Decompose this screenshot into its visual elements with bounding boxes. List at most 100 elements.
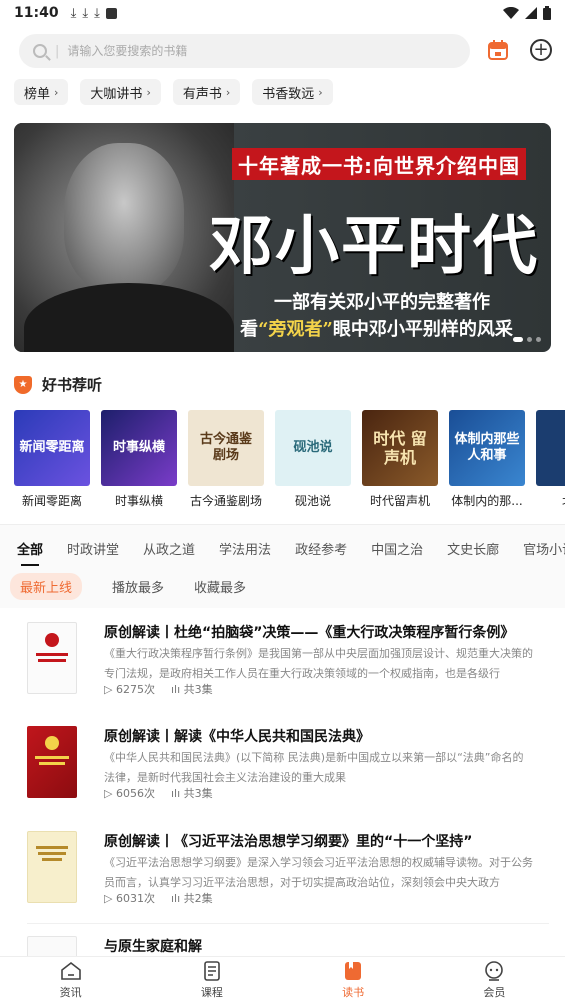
member-icon xyxy=(485,961,504,981)
play-count: ▷ 6031次 xyxy=(104,890,155,906)
download-icon: ⤓ xyxy=(94,5,100,21)
sort-tabs: 最新上线 播放最多 收藏最多 xyxy=(10,573,246,600)
quick-tag-rank[interactable]: 榜单 › xyxy=(14,79,69,105)
play-count-value: 6275次 xyxy=(115,683,155,696)
list-item[interactable]: 原创解读丨杜绝“拍脑袋”决策——《重大行政决策程序暂行条例》 《重大行政决策程序… xyxy=(0,612,565,712)
quick-tag-audiobook[interactable]: 有声书 › xyxy=(172,79,241,105)
nav-label: 会员 xyxy=(483,986,506,999)
sort-most-played[interactable]: 播放最多 xyxy=(112,577,164,596)
portrait-body xyxy=(24,283,234,352)
add-icon[interactable]: + xyxy=(530,39,552,61)
status-system-icons xyxy=(503,6,551,20)
banner-subtitle-2-post: 眼中邓小平别样的风采 xyxy=(332,319,513,340)
item-description: 《重大行政决策程序暂行条例》是我国第一部从中央层面加强顶层设计、规范重大决策的专… xyxy=(104,647,533,680)
book-card[interactable]: 时事纵横 时事纵横 xyxy=(101,410,177,512)
emblem-icon xyxy=(45,736,59,750)
nav-label: 资讯 xyxy=(59,986,82,999)
audio-wave-icon: ılı xyxy=(170,683,184,696)
item-description: 《习近平法治思想学习纲要》是深入学习领会习近平法治思想的权威辅导读物。对于公务员… xyxy=(104,856,533,889)
nav-news[interactable]: 资讯 xyxy=(0,957,141,1004)
tab-politics-lecture[interactable]: 时政讲堂 xyxy=(67,539,119,558)
cover-title-line xyxy=(38,659,66,662)
book-card[interactable]: 古今通鉴 剧场 古今通鉴剧场 xyxy=(188,410,264,512)
book-title: 时代留声机 xyxy=(369,494,430,508)
nav-course[interactable]: 课程 xyxy=(141,957,282,1004)
book-title: 砚池说 xyxy=(294,494,331,508)
banner-subtitle-2: 看“旁观者”眼中邓小平别样的风采 xyxy=(204,315,549,341)
item-description: 《中华人民共和国民法典》(以下简称 民法典)是新中国成立以来第一部以“法典”命名… xyxy=(104,751,524,784)
audio-wave-icon: ılı xyxy=(170,892,184,905)
item-title: 原创解读丨解读《中华人民共和国民法典》 xyxy=(104,729,370,745)
item-meta: ▷ 6275次 ılı 共3集 xyxy=(104,681,213,697)
cover-title-line xyxy=(39,762,65,765)
portrait-head xyxy=(64,143,184,293)
category-bar: 全部 时政讲堂 从政之道 学法用法 政经参考 中国之治 文史长廊 官场小说 最新… xyxy=(0,524,565,608)
search-input[interactable] xyxy=(67,44,428,58)
book-cover: 体制内那些 人和事 xyxy=(449,410,525,486)
quick-tags: 榜单 › 大咖讲书 › 有声书 › 书香致远 › xyxy=(14,79,333,105)
book-title: 体制内的那... xyxy=(451,494,523,508)
tab-governance[interactable]: 从政之道 xyxy=(143,539,195,558)
list-item[interactable]: 原创解读丨解读《中华人民共和国民法典》 《中华人民共和国民法典》(以下简称 民法… xyxy=(0,716,565,816)
emblem-icon xyxy=(45,633,59,647)
banner-dot xyxy=(527,337,532,342)
nav-label: 课程 xyxy=(200,986,223,999)
book-card[interactable]: 新闻零距离 新闻零距离 xyxy=(14,410,90,512)
episode-count-value: 共3集 xyxy=(183,683,213,696)
book-title: 北京 xyxy=(536,492,565,509)
tab-novel[interactable]: 官场小说 xyxy=(523,539,565,558)
quick-tag-expert[interactable]: 大咖讲书 › xyxy=(80,79,161,105)
signal-icon xyxy=(525,7,537,19)
tab-all[interactable]: 全部 xyxy=(17,539,43,566)
item-cover xyxy=(27,726,77,798)
badge-icon: ★ xyxy=(14,375,32,394)
book-card[interactable]: 北 北京 xyxy=(536,410,565,512)
quick-tag-label: 榜单 xyxy=(24,86,51,102)
play-count-value: 6056次 xyxy=(115,787,155,800)
sort-newest[interactable]: 最新上线 xyxy=(10,573,83,600)
search-divider: | xyxy=(55,43,60,59)
tab-law[interactable]: 学法用法 xyxy=(219,539,271,558)
book-cover: 古今通鉴 剧场 xyxy=(188,410,264,486)
chevron-right-icon: › xyxy=(318,85,323,99)
bottom-nav: 资讯 课程 读书 会员 xyxy=(0,956,565,1004)
cover-title-line xyxy=(42,858,62,861)
tab-china-governance[interactable]: 中国之治 xyxy=(371,539,423,558)
battery-icon xyxy=(543,6,551,20)
episode-count: ılı 共2集 xyxy=(171,890,213,906)
item-title: 原创解读丨杜绝“拍脑袋”决策——《重大行政决策程序暂行条例》 xyxy=(104,625,515,641)
tab-history[interactable]: 文史长廊 xyxy=(447,539,499,558)
book-cover: 新闻零距离 xyxy=(14,410,90,486)
book-cover: 时事纵横 xyxy=(101,410,177,486)
chevron-right-icon: › xyxy=(54,85,59,99)
search-row: | + xyxy=(0,34,565,72)
item-title: 与原生家庭和解 xyxy=(104,939,202,955)
quick-tag-label: 有声书 xyxy=(182,86,222,102)
promo-banner[interactable]: 十年著成一书:向世界介绍中国 邓小平时代 一部有关邓小平的完整著作 看“旁观者”… xyxy=(14,123,551,352)
item-title: 原创解读丨《习近平法治思想学习纲要》里的“十一个坚持” xyxy=(104,834,473,850)
search-box[interactable]: | xyxy=(19,34,470,68)
status-bar: 11:40 ⤓ ⤓ ⤓ xyxy=(0,0,565,26)
banner-portrait-image xyxy=(14,123,234,352)
play-count-value: 6031次 xyxy=(115,892,155,905)
book-cover: 北 xyxy=(536,410,565,486)
book-icon xyxy=(345,962,362,980)
sort-most-favorited[interactable]: 收藏最多 xyxy=(194,577,246,596)
tab-economy[interactable]: 政经参考 xyxy=(295,539,347,558)
banner-big-title: 邓小平时代 xyxy=(209,209,539,284)
quick-tag-shuxiang[interactable]: 书香致远 › xyxy=(252,79,333,105)
recommended-books: 新闻零距离 新闻零距离 时事纵横 时事纵横 古今通鉴 剧场 古今通鉴剧场 砚池说… xyxy=(14,410,565,512)
nav-reading[interactable]: 读书 xyxy=(283,957,424,1004)
chevron-right-icon: › xyxy=(146,85,151,99)
a-icon xyxy=(105,7,117,19)
search-icon xyxy=(33,44,47,58)
cover-title-line xyxy=(36,846,68,849)
divider xyxy=(27,923,549,924)
book-card[interactable]: 时代 留声机 时代留声机 xyxy=(362,410,438,512)
book-card[interactable]: 砚池说 砚池说 xyxy=(275,410,351,512)
book-card[interactable]: 体制内那些 人和事 体制内的那... xyxy=(449,410,525,512)
chevron-right-icon: › xyxy=(225,85,231,99)
list-item[interactable]: 原创解读丨《习近平法治思想学习纲要》里的“十一个坚持” 《习近平法治思想学习纲要… xyxy=(0,821,565,924)
calendar-icon[interactable] xyxy=(487,39,509,61)
nav-member[interactable]: 会员 xyxy=(424,957,565,1004)
